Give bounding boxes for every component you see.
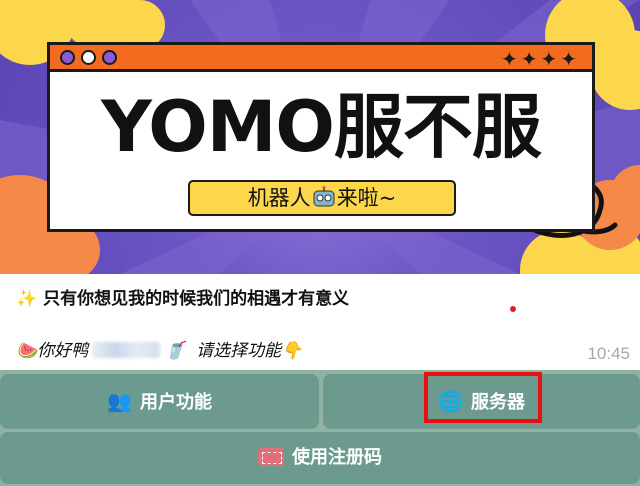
banner-subtitle-before: 机器人 <box>247 186 311 210</box>
robot-icon <box>313 186 335 207</box>
message-tagline: 只有你想见我的时候我们的相遇才有意义 <box>43 289 350 309</box>
watermelon-icon: 🍉 <box>16 341 38 361</box>
prompt-text: 请选择功能 <box>196 341 282 361</box>
user-functions-label: 用户功能 <box>139 392 212 413</box>
banner-window: ✦✦✦✦ YOMO服不服 机器人 来啦~ <box>47 42 595 232</box>
ticket-icon <box>258 448 284 466</box>
registration-code-label: 使用注册码 <box>292 447 382 468</box>
window-dot-icon <box>81 50 96 65</box>
banner-subtitle-after: 来啦~ <box>336 186 397 210</box>
message-line-2: 🍉你好鸭 🥤 请选择功能👇 <box>16 336 302 361</box>
banner-subtitle: 机器人 来啦~ <box>188 180 456 216</box>
red-dot-marker <box>510 306 516 312</box>
user-functions-button[interactable]: 👥 用户功能 <box>0 374 319 429</box>
message-timestamp: 10:45 <box>587 344 630 363</box>
drink-icon: 🥤 <box>164 341 186 361</box>
server-label: 服务器 <box>470 392 525 413</box>
sparkles-icon: ✨ <box>16 289 38 309</box>
message-line-1: ✨ 只有你想见我的时候我们的相遇才有意义 <box>16 284 349 309</box>
banner-image: ✦✦✦✦ YOMO服不服 机器人 来啦~ <box>0 0 640 274</box>
window-dot-icon <box>102 50 117 65</box>
greeting-text: 你好鸭 <box>37 341 89 361</box>
globe-icon: 🌐 <box>438 389 463 413</box>
server-button[interactable]: 🌐 服务器 <box>323 374 640 429</box>
blurred-username <box>92 342 161 358</box>
bot-message: ✨ 只有你想见我的时候我们的相遇才有意义 🍉你好鸭 🥤 请选择功能👇 10:45 <box>0 274 640 370</box>
sparkle-stars: ✦✦✦✦ <box>500 49 580 71</box>
banner-title: YOMO服不服 <box>101 86 542 168</box>
window-dot-icon <box>60 50 75 65</box>
window-title-bar: ✦✦✦✦ <box>50 45 592 72</box>
pointing-down-icon: 👇 <box>281 341 303 361</box>
users-icon: 👥 <box>107 389 132 413</box>
use-registration-code-button[interactable]: 使用注册码 <box>0 432 640 484</box>
